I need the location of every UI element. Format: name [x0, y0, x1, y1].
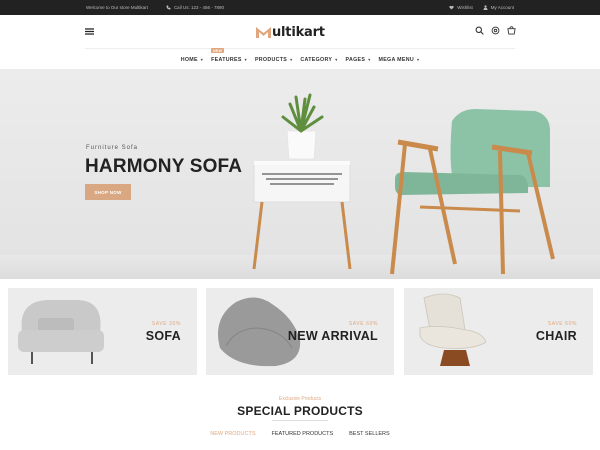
- nav-item-category[interactable]: CATEGORY ▾: [300, 51, 337, 68]
- header-divider: [85, 48, 515, 49]
- wishlist-label: Wishlist: [457, 5, 473, 10]
- caret-icon: ▾: [244, 57, 247, 62]
- phone-icon: [166, 5, 171, 10]
- welcome-text: Welcome to Our store Multikart: [86, 5, 148, 10]
- caret-icon: ▾: [290, 57, 293, 62]
- banner-save-text: SAVE 60%: [547, 321, 577, 327]
- tab-new-products[interactable]: NEW PRODUCTS: [210, 431, 255, 437]
- banner-new-arrival[interactable]: SAVE 60% NEW ARRIVAL: [206, 288, 394, 375]
- banner-save-text: SAVE 30%: [151, 321, 181, 327]
- banner-title: SOFA: [145, 329, 181, 343]
- logo-m-icon: [256, 26, 271, 38]
- banner-save-text: SAVE 60%: [348, 321, 378, 327]
- nav-item-products[interactable]: PRODUCTS ▾: [255, 51, 292, 68]
- nav-label: FEATURES: [211, 56, 242, 63]
- header: ultikart: [0, 15, 600, 51]
- account-label: My Account: [490, 5, 514, 10]
- section-title-underline: [272, 420, 328, 421]
- banner-title: CHAIR: [535, 329, 577, 343]
- caret-icon: ▾: [200, 57, 204, 62]
- hero-title: HARMONY SOFA: [85, 156, 243, 177]
- hero-banner: Furniture Sofa HARMONY SOFA SHOP NOW: [0, 69, 600, 279]
- tab-best-sellers[interactable]: BEST SELLERS: [349, 431, 390, 437]
- account-link[interactable]: My Account: [483, 5, 514, 10]
- nav-label: CATEGORY: [300, 56, 333, 63]
- main-nav: HOME ▾ NEW FEATURES ▾ PRODUCTS ▾ CATEGORY ▾ P…: [0, 48, 600, 68]
- user-icon: [483, 5, 488, 10]
- product-tabs: NEW PRODUCTS FEATURED PRODUCTS BEST SELL…: [0, 431, 600, 437]
- nav-item-home[interactable]: HOME ▾: [181, 51, 203, 68]
- nav-item-mega-menu[interactable]: MEGA MENU ▾: [379, 51, 420, 68]
- search-icon[interactable]: [475, 26, 484, 35]
- top-bar: Welcome to Our store Multikart Call Us: …: [0, 0, 600, 15]
- nav-label: PAGES: [345, 56, 366, 63]
- tab-featured-products[interactable]: FEATURED PRODUCTS: [272, 431, 334, 437]
- menu-icon[interactable]: [85, 27, 94, 36]
- banner-sofa[interactable]: SAVE 30% SOFA: [8, 288, 197, 375]
- caret-icon: ▾: [335, 57, 338, 62]
- caret-icon: ▾: [368, 57, 371, 62]
- nav-label: PRODUCTS: [254, 56, 288, 63]
- banner-title: NEW ARRIVAL: [287, 329, 378, 343]
- wishlist-link[interactable]: Wishlist: [449, 5, 473, 10]
- hero-subtitle: Furniture Sofa: [86, 145, 139, 151]
- phone-info: Call Us: 123 - 456 - 7890: [166, 5, 224, 10]
- banner-chair[interactable]: SAVE 60% CHAIR: [404, 288, 593, 375]
- nav-item-features[interactable]: NEW FEATURES ▾: [211, 48, 247, 68]
- section-subtitle: Exclusive Products: [278, 396, 322, 402]
- new-badge: NEW: [211, 48, 225, 53]
- heart-icon: [449, 5, 454, 10]
- nav-label: MEGA MENU: [378, 56, 414, 63]
- shop-now-button[interactable]: SHOP NOW: [85, 184, 131, 200]
- cart-icon[interactable]: [507, 26, 516, 35]
- logo-text: ultikart: [272, 24, 325, 40]
- caret-icon: ▾: [416, 57, 420, 62]
- logo[interactable]: ultikart: [256, 22, 325, 42]
- nav-label: HOME: [180, 56, 198, 63]
- nav-item-pages[interactable]: PAGES ▾: [346, 51, 371, 68]
- settings-icon[interactable]: [491, 26, 500, 35]
- section-title: SPECIAL PRODUCTS: [237, 404, 363, 418]
- phone-text: Call Us: 123 - 456 - 7890: [173, 5, 224, 10]
